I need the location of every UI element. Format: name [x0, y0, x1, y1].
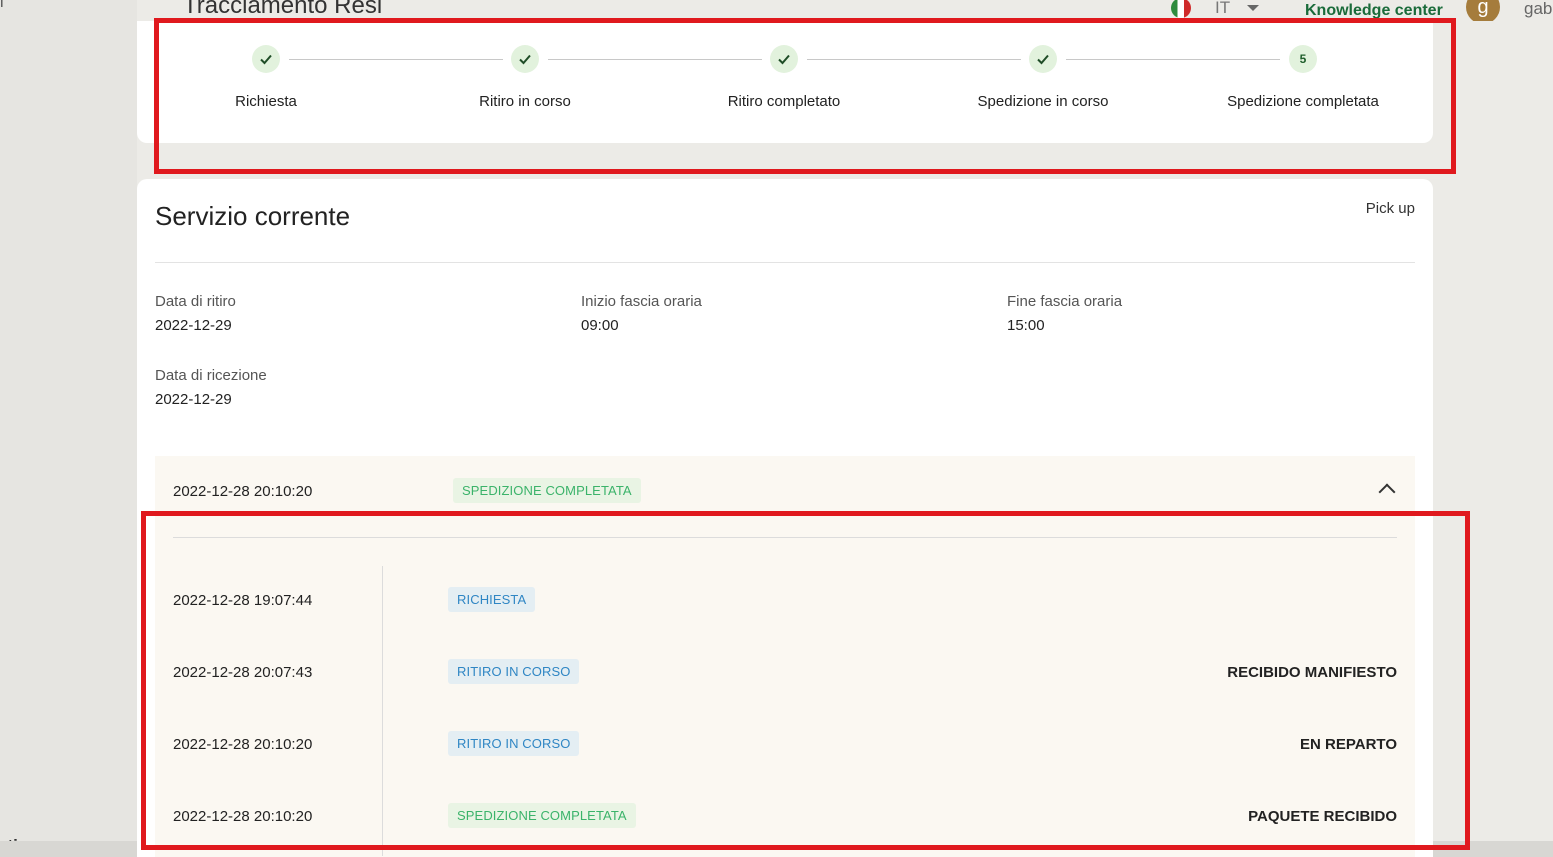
check-icon	[252, 45, 280, 73]
knowledge-center-link[interactable]: Knowledge center	[1305, 2, 1443, 20]
sidebar-top-fragment: l	[0, 0, 4, 11]
timeline-divider	[382, 566, 383, 856]
step-number: 5	[1289, 45, 1317, 73]
check-icon	[1029, 45, 1057, 73]
sidebar: l ation	[0, 0, 137, 857]
language-selector[interactable]: IT	[1215, 0, 1230, 18]
history-header-datetime: 2022-12-28 20:10:20	[173, 483, 313, 500]
event-description: RECIBIDO MANIFIESTO	[1227, 664, 1397, 681]
status-badge: SPEDIZIONE COMPLETATA	[448, 803, 636, 828]
step-number-text: 5	[1299, 52, 1307, 66]
divider	[173, 537, 1397, 538]
field-value: 15:00	[1007, 317, 1045, 334]
step-richiesta: Richiesta	[156, 45, 376, 110]
italy-flag-icon[interactable]	[1171, 0, 1191, 18]
step-label: Richiesta	[235, 93, 297, 110]
service-type: Pick up	[1365, 200, 1415, 217]
status-badge: SPEDIZIONE COMPLETATA	[453, 478, 641, 503]
event-description: PAQUETE RECIBIDO	[1248, 808, 1397, 825]
event-datetime: 2022-12-28 20:10:20	[173, 808, 313, 825]
step-label: Spedizione in corso	[977, 93, 1109, 110]
field-label: Inizio fascia oraria	[581, 293, 702, 310]
field-label: Data di ritiro	[155, 293, 236, 310]
step-spedizione-completata: 5 Spedizione completata	[1193, 45, 1413, 110]
status-badge: RITIRO IN CORSO	[448, 659, 580, 684]
step-spedizione-in-corso: Spedizione in corso	[933, 45, 1153, 110]
field-label: Data di ricezione	[155, 367, 267, 384]
status-history-panel: 2022-12-28 20:10:20 SPEDIZIONE COMPLETAT…	[155, 456, 1415, 857]
card-title: Servizio corrente	[155, 201, 351, 231]
field-slot-start: Inizio fascia oraria 09:00	[581, 293, 702, 334]
step-label: Ritiro in corso	[479, 93, 571, 110]
field-slot-end: Fine fascia oraria 15:00	[1007, 293, 1122, 334]
status-badge: RITIRO IN CORSO	[448, 731, 580, 756]
field-value: 09:00	[581, 317, 619, 334]
event-datetime: 2022-12-28 19:07:44	[173, 592, 313, 609]
field-pickup-date: Data di ritiro 2022-12-29	[155, 293, 236, 334]
status-badge: RICHIESTA	[448, 587, 536, 612]
field-value: 2022-12-29	[155, 317, 232, 334]
step-label: Ritiro completato	[727, 93, 841, 110]
event-datetime: 2022-12-28 20:10:20	[173, 736, 313, 753]
status-stepper: Richiesta Ritiro in corso Ritiro complet…	[137, 21, 1433, 143]
field-label: Fine fascia oraria	[1007, 293, 1123, 310]
user-name[interactable]: gab	[1524, 0, 1552, 19]
step-ritiro-in-corso: Ritiro in corso	[415, 45, 635, 110]
page-title: Tracciamento Resi	[183, 0, 383, 19]
caret-down-icon[interactable]	[1247, 5, 1259, 11]
step-label: Spedizione completata	[1227, 93, 1379, 110]
divider	[155, 262, 1415, 263]
field-receipt-date: Data di ricezione 2022-12-29	[155, 367, 267, 408]
event-description: EN REPARTO	[1300, 736, 1397, 753]
check-icon	[511, 45, 539, 73]
avatar[interactable]: g	[1466, 0, 1500, 21]
field-value: 2022-12-29	[155, 391, 232, 408]
step-ritiro-completato: Ritiro completato	[674, 45, 894, 110]
chevron-up-icon[interactable]	[1378, 483, 1396, 501]
event-datetime: 2022-12-28 20:07:43	[173, 664, 313, 681]
current-service-card: Servizio corrente Pick up Data di ritiro…	[137, 179, 1433, 857]
check-icon	[770, 45, 798, 73]
top-header: Tracciamento Resi IT Knowledge center g …	[137, 0, 1553, 21]
